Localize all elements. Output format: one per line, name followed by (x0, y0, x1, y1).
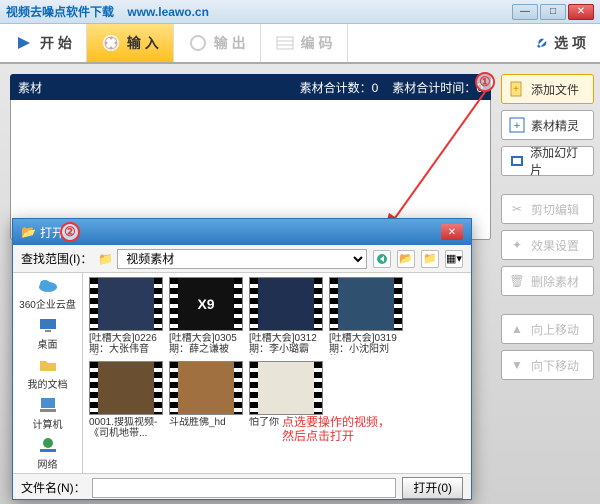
close-button[interactable]: ✕ (568, 4, 594, 20)
place-computer[interactable]: 计算机 (13, 393, 82, 433)
wizard-icon: + (508, 116, 526, 134)
effect-icon: ✦ (508, 236, 526, 254)
add-slide-button[interactable]: 添加幻灯片 (501, 146, 594, 176)
cut-edit-button[interactable]: ✂ 剪切编辑 (501, 194, 594, 224)
toolbar-input[interactable]: 输 入 (87, 24, 174, 62)
network-icon (37, 435, 59, 455)
view-mode-icon[interactable]: ▦▾ (445, 250, 463, 268)
computer-icon (37, 395, 59, 415)
scissors-icon: ✂ (508, 200, 526, 218)
file-item[interactable]: 怕了你 (249, 361, 323, 439)
right-panel: + 添加文件 + 素材精灵 添加幻灯片 ✂ 剪切编辑 ✦ 效果设置 🗑 删除素材… (495, 64, 600, 504)
app-title-url: www.leawo.cn (127, 5, 209, 19)
app-title: 视频去噪点软件下载 (6, 5, 114, 19)
desktop-icon (37, 315, 59, 335)
add-file-button[interactable]: + 添加文件 (501, 74, 594, 104)
toolbar-options[interactable]: 选 项 (522, 24, 600, 62)
dialog-close-button[interactable]: ✕ (441, 224, 463, 240)
svg-text:+: + (513, 84, 519, 95)
toolbar-start[interactable]: 开 始 (0, 24, 87, 62)
minimize-button[interactable]: — (512, 4, 538, 20)
file-list[interactable]: [吐槽大会]0226期：大张伟音乐...X9[吐槽大会]0305期：薛之谦被吐.… (83, 273, 471, 473)
place-documents[interactable]: 我的文档 (13, 353, 82, 393)
encode-icon (275, 33, 295, 53)
search-scope-label: 查找范围(I)： (21, 250, 92, 267)
arrow-down-icon: ▼ (508, 356, 526, 374)
folder-icon: 📁 (98, 252, 113, 266)
delete-material-button[interactable]: 🗑 删除素材 (501, 266, 594, 296)
up-folder-icon[interactable]: 📂 (397, 250, 415, 268)
places-sidebar: 360企业云盘 桌面 我的文档 计算机 网络 (13, 273, 83, 473)
file-item[interactable]: [吐槽大会]0319期：小沈阳刘能... (329, 277, 403, 355)
annotation-1: ① (475, 72, 495, 92)
play-icon (14, 33, 34, 53)
material-header: 素材 素材合计数：0 素材合计时间：0 (10, 74, 491, 100)
file-open-dialog: 📂 打开 ✕ 查找范围(I)： 📁 视频素材 📂 📁 ▦▾ 360企业云盘 桌面… (12, 218, 472, 500)
wrench-icon (536, 33, 554, 54)
maximize-button[interactable]: □ (540, 4, 566, 20)
filename-input[interactable] (92, 478, 397, 498)
effect-settings-button[interactable]: ✦ 效果设置 (501, 230, 594, 260)
file-item[interactable]: 0001.搜狐视频-《司机地带... (89, 361, 163, 439)
film-icon (188, 33, 208, 53)
trash-icon: 🗑 (508, 272, 526, 290)
folder-select[interactable]: 视频素材 (117, 249, 367, 269)
main-toolbar: 开 始 输 入 输 出 编 码 选 项 (0, 24, 600, 64)
back-icon[interactable] (373, 250, 391, 268)
dialog-titlebar: 📂 打开 ✕ (13, 219, 471, 245)
filename-label: 文件名(N)： (21, 479, 86, 496)
place-cloud[interactable]: 360企业云盘 (13, 273, 82, 313)
film-icon (101, 33, 121, 53)
page-plus-icon: + (508, 80, 526, 98)
window-titlebar: 视频去噪点软件下载 www.leawo.cn — □ ✕ (0, 0, 600, 24)
move-up-button[interactable]: ▲ 向上移动 (501, 314, 594, 344)
move-down-button[interactable]: ▼ 向下移动 (501, 350, 594, 380)
file-item[interactable]: X9[吐槽大会]0305期：薛之谦被吐... (169, 277, 243, 355)
slide-icon (508, 152, 525, 170)
toolbar-output[interactable]: 输 出 (174, 24, 261, 62)
material-wizard-button[interactable]: + 素材精灵 (501, 110, 594, 140)
cloud-icon (37, 275, 59, 295)
toolbar-encode[interactable]: 编 码 (261, 24, 348, 62)
svg-text:+: + (514, 120, 520, 132)
arrow-up-icon: ▲ (508, 320, 526, 338)
annotation-2: ② (60, 222, 80, 242)
folder-icon (37, 355, 59, 375)
open-button[interactable]: 打开(0) (402, 477, 463, 499)
material-label: 素材 (18, 79, 286, 96)
new-folder-icon[interactable]: 📁 (421, 250, 439, 268)
file-item[interactable]: [吐槽大会]0226期：大张伟音乐... (89, 277, 163, 355)
place-network[interactable]: 网络 (13, 433, 82, 473)
folder-icon: 📂 (21, 225, 36, 239)
file-item[interactable]: [吐槽大会]0312期：李小璐霸气... (249, 277, 323, 355)
file-item[interactable]: 斗战胜佛_hd (169, 361, 243, 439)
place-desktop[interactable]: 桌面 (13, 313, 82, 353)
